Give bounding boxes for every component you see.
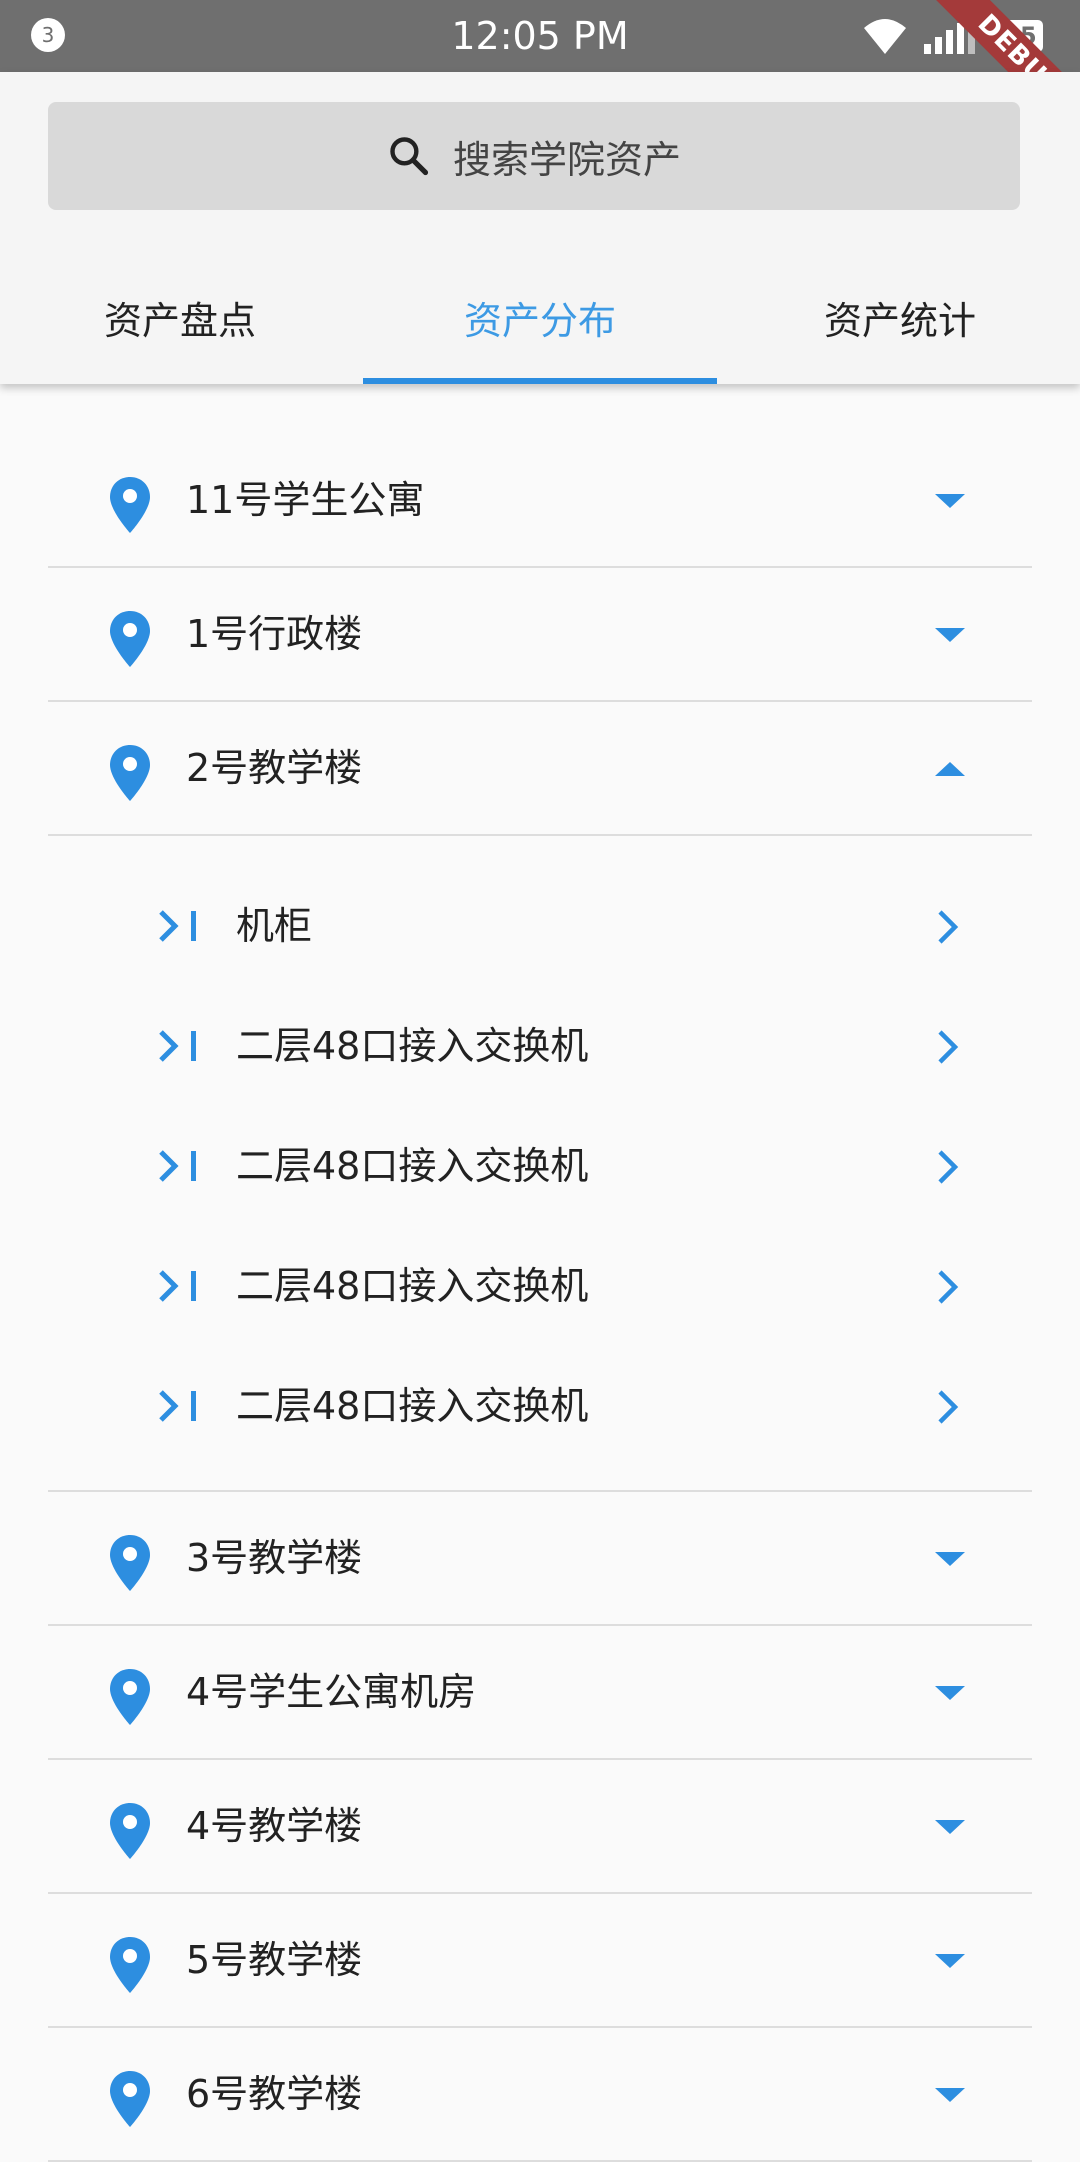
status-time: 12:05 PM <box>451 14 629 58</box>
location-row[interactable]: 4号学生公寓机房 <box>48 1626 1032 1760</box>
location-row[interactable]: 6号教学楼 <box>48 2028 1032 2162</box>
tab-bar: 资产盘点 资产分布 资产统计 <box>0 250 1080 384</box>
expand-caret-icon <box>935 494 965 508</box>
location-row[interactable]: 11号学生公寓 <box>48 434 1032 568</box>
location-pin-icon <box>110 2071 150 2127</box>
location-name: 4号教学楼 <box>186 1804 363 1848</box>
tab-statistics[interactable]: 资产统计 <box>720 250 1080 384</box>
search-placeholder: 搜索学院资产 <box>452 137 681 182</box>
location-name: 1号行政楼 <box>186 612 363 656</box>
asset-name: 二层48口接入交换机 <box>236 1144 589 1188</box>
asset-name: 二层48口接入交换机 <box>236 1384 589 1428</box>
chevron-right-icon <box>938 910 959 944</box>
asset-item[interactable]: 二层48口接入交换机 <box>48 1226 1032 1346</box>
skip-next-icon <box>159 1030 196 1062</box>
wifi-icon <box>864 19 906 54</box>
location-row[interactable]: 4号教学楼 <box>48 1760 1032 1894</box>
location-name: 11号学生公寓 <box>186 478 425 522</box>
skip-next-icon <box>159 1150 196 1182</box>
skip-next-icon <box>159 1270 196 1302</box>
location-pin-icon <box>110 611 150 667</box>
chevron-right-icon <box>938 1030 959 1064</box>
location-pin-icon <box>110 1803 150 1859</box>
location-pin-icon <box>110 477 150 533</box>
signal-icon <box>924 18 975 54</box>
tab-inventory[interactable]: 资产盘点 <box>0 250 360 384</box>
location-pin-icon <box>110 1669 150 1725</box>
chevron-right-icon <box>938 1150 959 1184</box>
location-pin-icon <box>110 1937 150 1993</box>
asset-item[interactable]: 二层48口接入交换机 <box>48 986 1032 1106</box>
asset-name: 机柜 <box>236 904 313 948</box>
chevron-right-icon <box>938 1270 959 1304</box>
location-pin-icon <box>110 1535 150 1591</box>
location-row-expanded[interactable]: 2号教学楼 <box>48 702 1032 836</box>
expand-caret-icon <box>935 1820 965 1834</box>
expand-caret-icon <box>935 1686 965 1700</box>
location-row[interactable]: 1号行政楼 <box>48 568 1032 702</box>
location-name: 2号教学楼 <box>186 746 363 790</box>
skip-next-icon <box>159 1390 196 1422</box>
asset-name: 二层48口接入交换机 <box>236 1024 589 1068</box>
search-icon <box>390 137 429 176</box>
location-name: 4号学生公寓机房 <box>186 1670 477 1714</box>
location-row[interactable]: 5号教学楼 <box>48 1894 1032 2028</box>
asset-item[interactable]: 机柜 <box>48 866 1032 986</box>
asset-item[interactable]: 二层48口接入交换机 <box>48 1106 1032 1226</box>
search-input[interactable]: 搜索学院资产 <box>48 102 1020 210</box>
expand-caret-icon <box>935 628 965 642</box>
status-bar: 3 12:05 PM 45 <box>0 0 1080 72</box>
chevron-right-icon <box>938 1390 959 1424</box>
expand-caret-icon <box>935 1954 965 1968</box>
tab-indicator <box>363 378 717 384</box>
location-list: 11号学生公寓 1号行政楼 2号教学楼 机柜 二层48口接入交换机 二层48口接… <box>0 384 1080 2162</box>
location-pin-icon <box>110 745 150 801</box>
expand-caret-icon <box>935 2088 965 2102</box>
location-name: 3号教学楼 <box>186 1536 363 1580</box>
collapse-caret-icon <box>935 762 965 776</box>
asset-name: 二层48口接入交换机 <box>236 1264 589 1308</box>
app-header: 搜索学院资产 资产盘点 资产分布 资产统计 <box>0 72 1080 384</box>
location-children: 机柜 二层48口接入交换机 二层48口接入交换机 二层48口接入交换机 二层48… <box>48 836 1032 1492</box>
asset-item[interactable]: 二层48口接入交换机 <box>48 1346 1032 1466</box>
location-row[interactable]: 3号教学楼 <box>48 1492 1032 1626</box>
tab-distribution[interactable]: 资产分布 <box>360 250 720 384</box>
battery-icon: 45 <box>997 20 1043 52</box>
location-name: 5号教学楼 <box>186 1938 363 1982</box>
expand-caret-icon <box>935 1552 965 1566</box>
location-name: 6号教学楼 <box>186 2072 363 2116</box>
skip-next-icon <box>159 910 196 942</box>
